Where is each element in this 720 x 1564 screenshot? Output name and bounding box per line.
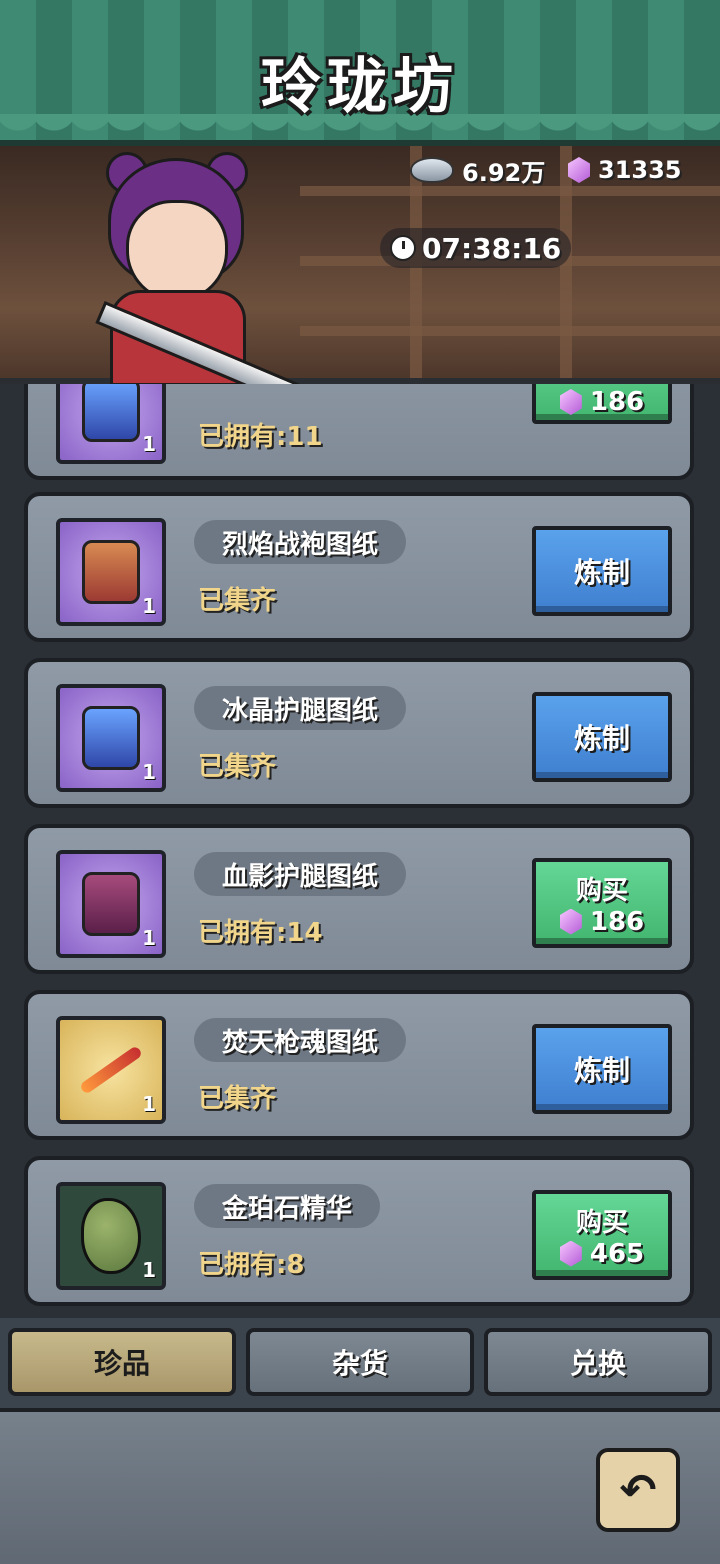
buy-button[interactable]: 购买 465: [532, 1190, 672, 1280]
armor-blueprint-icon: 1: [56, 384, 166, 464]
gem-icon: [559, 908, 582, 935]
refresh-timer: 07:38:16: [380, 228, 572, 268]
footer-bar: ↶: [0, 1408, 720, 1564]
item-status: 已集齐: [198, 586, 277, 616]
blood-shadow-leggings-blueprint-icon: 1: [56, 850, 166, 958]
buy-button[interactable]: 购买 186: [532, 858, 672, 948]
silver-currency: 6.92万: [410, 152, 545, 188]
item-list[interactable]: 1 已拥有:11 186 1 烈焰战袍图纸 已集齐 炼制 1 冰晶护腿图纸 已集…: [0, 384, 720, 1314]
item-status: 已集齐: [198, 1084, 277, 1114]
flame-robe-blueprint-icon: 1: [56, 518, 166, 626]
list-item: 1 烈焰战袍图纸 已集齐 炼制: [24, 492, 694, 642]
category-tabs: 珍品 杂货 兑换: [0, 1318, 720, 1408]
list-item: 1 冰晶护腿图纸 已集齐 炼制: [24, 658, 694, 808]
gem-icon: [559, 1240, 582, 1267]
buy-button[interactable]: 186: [532, 384, 672, 424]
tab-treasures[interactable]: 珍品: [8, 1328, 236, 1396]
item-status: 已拥有:14: [198, 918, 323, 948]
amber-stone-essence-icon: 1: [56, 1182, 166, 1290]
timer-text: 07:38:16: [422, 231, 562, 265]
gem-currency: 31335: [568, 152, 682, 188]
item-name: 金珀石精华: [194, 1184, 381, 1228]
craft-button[interactable]: 炼制: [532, 526, 672, 616]
item-name: 烈焰战袍图纸: [194, 520, 407, 564]
item-name: 血影护腿图纸: [194, 852, 407, 896]
tab-groceries[interactable]: 杂货: [246, 1328, 474, 1396]
gem-icon: [559, 389, 582, 415]
back-arrow-icon[interactable]: ↶: [596, 1448, 680, 1532]
silver-amount: 6.92万: [462, 158, 546, 187]
gem-amount: 31335: [598, 156, 682, 184]
list-item: 1 血影护腿图纸 已拥有:14 购买 186: [24, 824, 694, 974]
list-item: 1 金珀石精华 已拥有:8 购买 465: [24, 1156, 694, 1306]
burning-spear-blueprint-icon: 1: [56, 1016, 166, 1124]
item-status: 已拥有:11: [198, 422, 323, 452]
gem-icon: [568, 157, 590, 183]
item-name: 焚天枪魂图纸: [194, 1018, 407, 1062]
item-name: 冰晶护腿图纸: [194, 686, 407, 730]
tab-exchange[interactable]: 兑换: [484, 1328, 712, 1396]
buy-label: 购买: [575, 1207, 628, 1238]
silver-ingot-icon: [410, 157, 454, 183]
buy-label: 购买: [575, 875, 628, 906]
list-item: 1 已拥有:11 186: [24, 384, 694, 480]
craft-button[interactable]: 炼制: [532, 692, 672, 782]
shop-title: 玲珑坊: [261, 52, 459, 122]
price: 186: [589, 906, 645, 937]
item-status: 已拥有:8: [198, 1250, 305, 1280]
ice-crystal-leggings-blueprint-icon: 1: [56, 684, 166, 792]
shopkeeper-character: [80, 150, 360, 427]
clock-icon: [390, 235, 416, 261]
item-status: 已集齐: [198, 752, 277, 782]
price: 465: [589, 1238, 645, 1269]
list-item: 1 焚天枪魂图纸 已集齐 炼制: [24, 990, 694, 1140]
craft-button[interactable]: 炼制: [532, 1024, 672, 1114]
